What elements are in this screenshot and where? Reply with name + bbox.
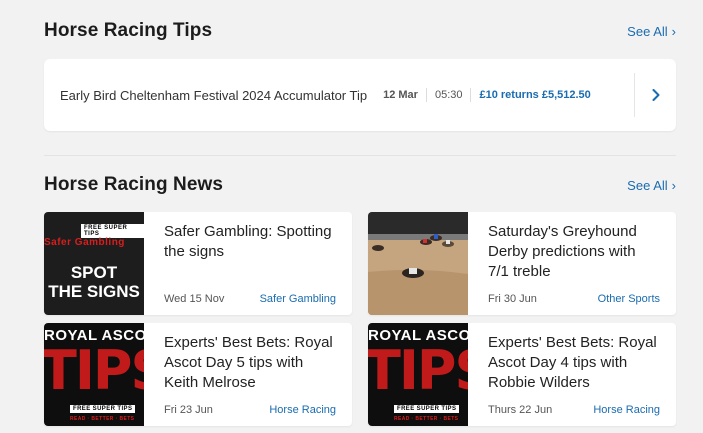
news-category[interactable]: Horse Racing xyxy=(593,404,660,416)
section-divider xyxy=(44,155,676,156)
tip-separator xyxy=(470,88,472,102)
tip-open-button[interactable] xyxy=(634,73,676,117)
news-category[interactable]: Safer Gambling xyxy=(260,293,336,305)
news-date: Fri 23 Jun xyxy=(164,404,213,416)
news-thumbnail xyxy=(368,212,468,315)
news-section-header: Horse Racing News See All › xyxy=(44,174,676,196)
chevron-right-icon xyxy=(652,89,659,101)
chevron-right-icon: › xyxy=(671,23,676,39)
tips-section-title: Horse Racing Tips xyxy=(44,20,213,41)
greyhound-race-image xyxy=(368,212,468,315)
news-date: Thurs 22 Jun xyxy=(488,404,553,416)
thumb-big-text: TIPS xyxy=(368,339,468,402)
news-title: Experts' Best Bets: Royal Ascot Day 4 ti… xyxy=(488,334,657,391)
news-category[interactable]: Horse Racing xyxy=(269,404,336,416)
tip-card[interactable]: Early Bird Cheltenham Festival 2024 Accu… xyxy=(44,59,676,131)
thumb-big-text: TIPS xyxy=(44,339,144,402)
news-title: Saturday's Greyhound Derby predictions w… xyxy=(488,223,637,280)
see-all-label: See All xyxy=(627,23,668,39)
news-thumbnail: ROYAL ASCOT TIPS FREE SUPER TIPS READ · … xyxy=(368,323,468,426)
tips-see-all-link[interactable]: See All › xyxy=(627,24,676,39)
thumb-big-text: SPOT xyxy=(70,263,118,282)
news-card[interactable]: FREE SUPER TIPS Safer Gambling SPOT THE … xyxy=(44,212,352,315)
thumb-red-text: Safer Gambling xyxy=(44,237,125,248)
tip-date: 12 Mar xyxy=(383,89,418,101)
news-see-all-link[interactable]: See All › xyxy=(627,178,676,193)
news-thumbnail: ROYAL ASCOT TIPS FREE SUPER TIPS READ · … xyxy=(44,323,144,426)
news-title: Safer Gambling: Spotting the signs xyxy=(164,223,332,260)
news-section-title: Horse Racing News xyxy=(44,174,224,195)
thumb-logo: FREE SUPER TIPS xyxy=(70,405,136,413)
thumb-logo: FREE SUPER TIPS xyxy=(81,224,144,238)
thumb-logo: FREE SUPER TIPS xyxy=(394,405,460,413)
thumb-tagline: READ · BETTER · BETS xyxy=(394,416,459,422)
see-all-label: See All xyxy=(627,177,668,193)
news-card[interactable]: Saturday's Greyhound Derby predictions w… xyxy=(368,212,676,315)
tips-section-header: Horse Racing Tips See All › xyxy=(44,20,676,42)
news-title: Experts' Best Bets: Royal Ascot Day 5 ti… xyxy=(164,334,333,391)
tip-returns: £10 returns £5,512.50 xyxy=(479,89,591,101)
news-card[interactable]: ROYAL ASCOT TIPS FREE SUPER TIPS READ · … xyxy=(44,323,352,426)
news-category[interactable]: Other Sports xyxy=(598,293,660,305)
tip-separator xyxy=(425,88,427,102)
tip-time: 05:30 xyxy=(434,89,463,101)
thumb-big-text: THE SIGNS xyxy=(48,282,140,301)
news-date: Wed 15 Nov xyxy=(164,293,225,305)
thumb-tagline: READ · BETTER · BETS xyxy=(70,416,135,422)
news-thumbnail: FREE SUPER TIPS Safer Gambling SPOT THE … xyxy=(44,212,144,315)
chevron-right-icon: › xyxy=(671,177,676,193)
news-date: Fri 30 Jun xyxy=(488,293,537,305)
tip-title: Early Bird Cheltenham Festival 2024 Accu… xyxy=(60,87,368,103)
news-card[interactable]: ROYAL ASCOT TIPS FREE SUPER TIPS READ · … xyxy=(368,323,676,426)
